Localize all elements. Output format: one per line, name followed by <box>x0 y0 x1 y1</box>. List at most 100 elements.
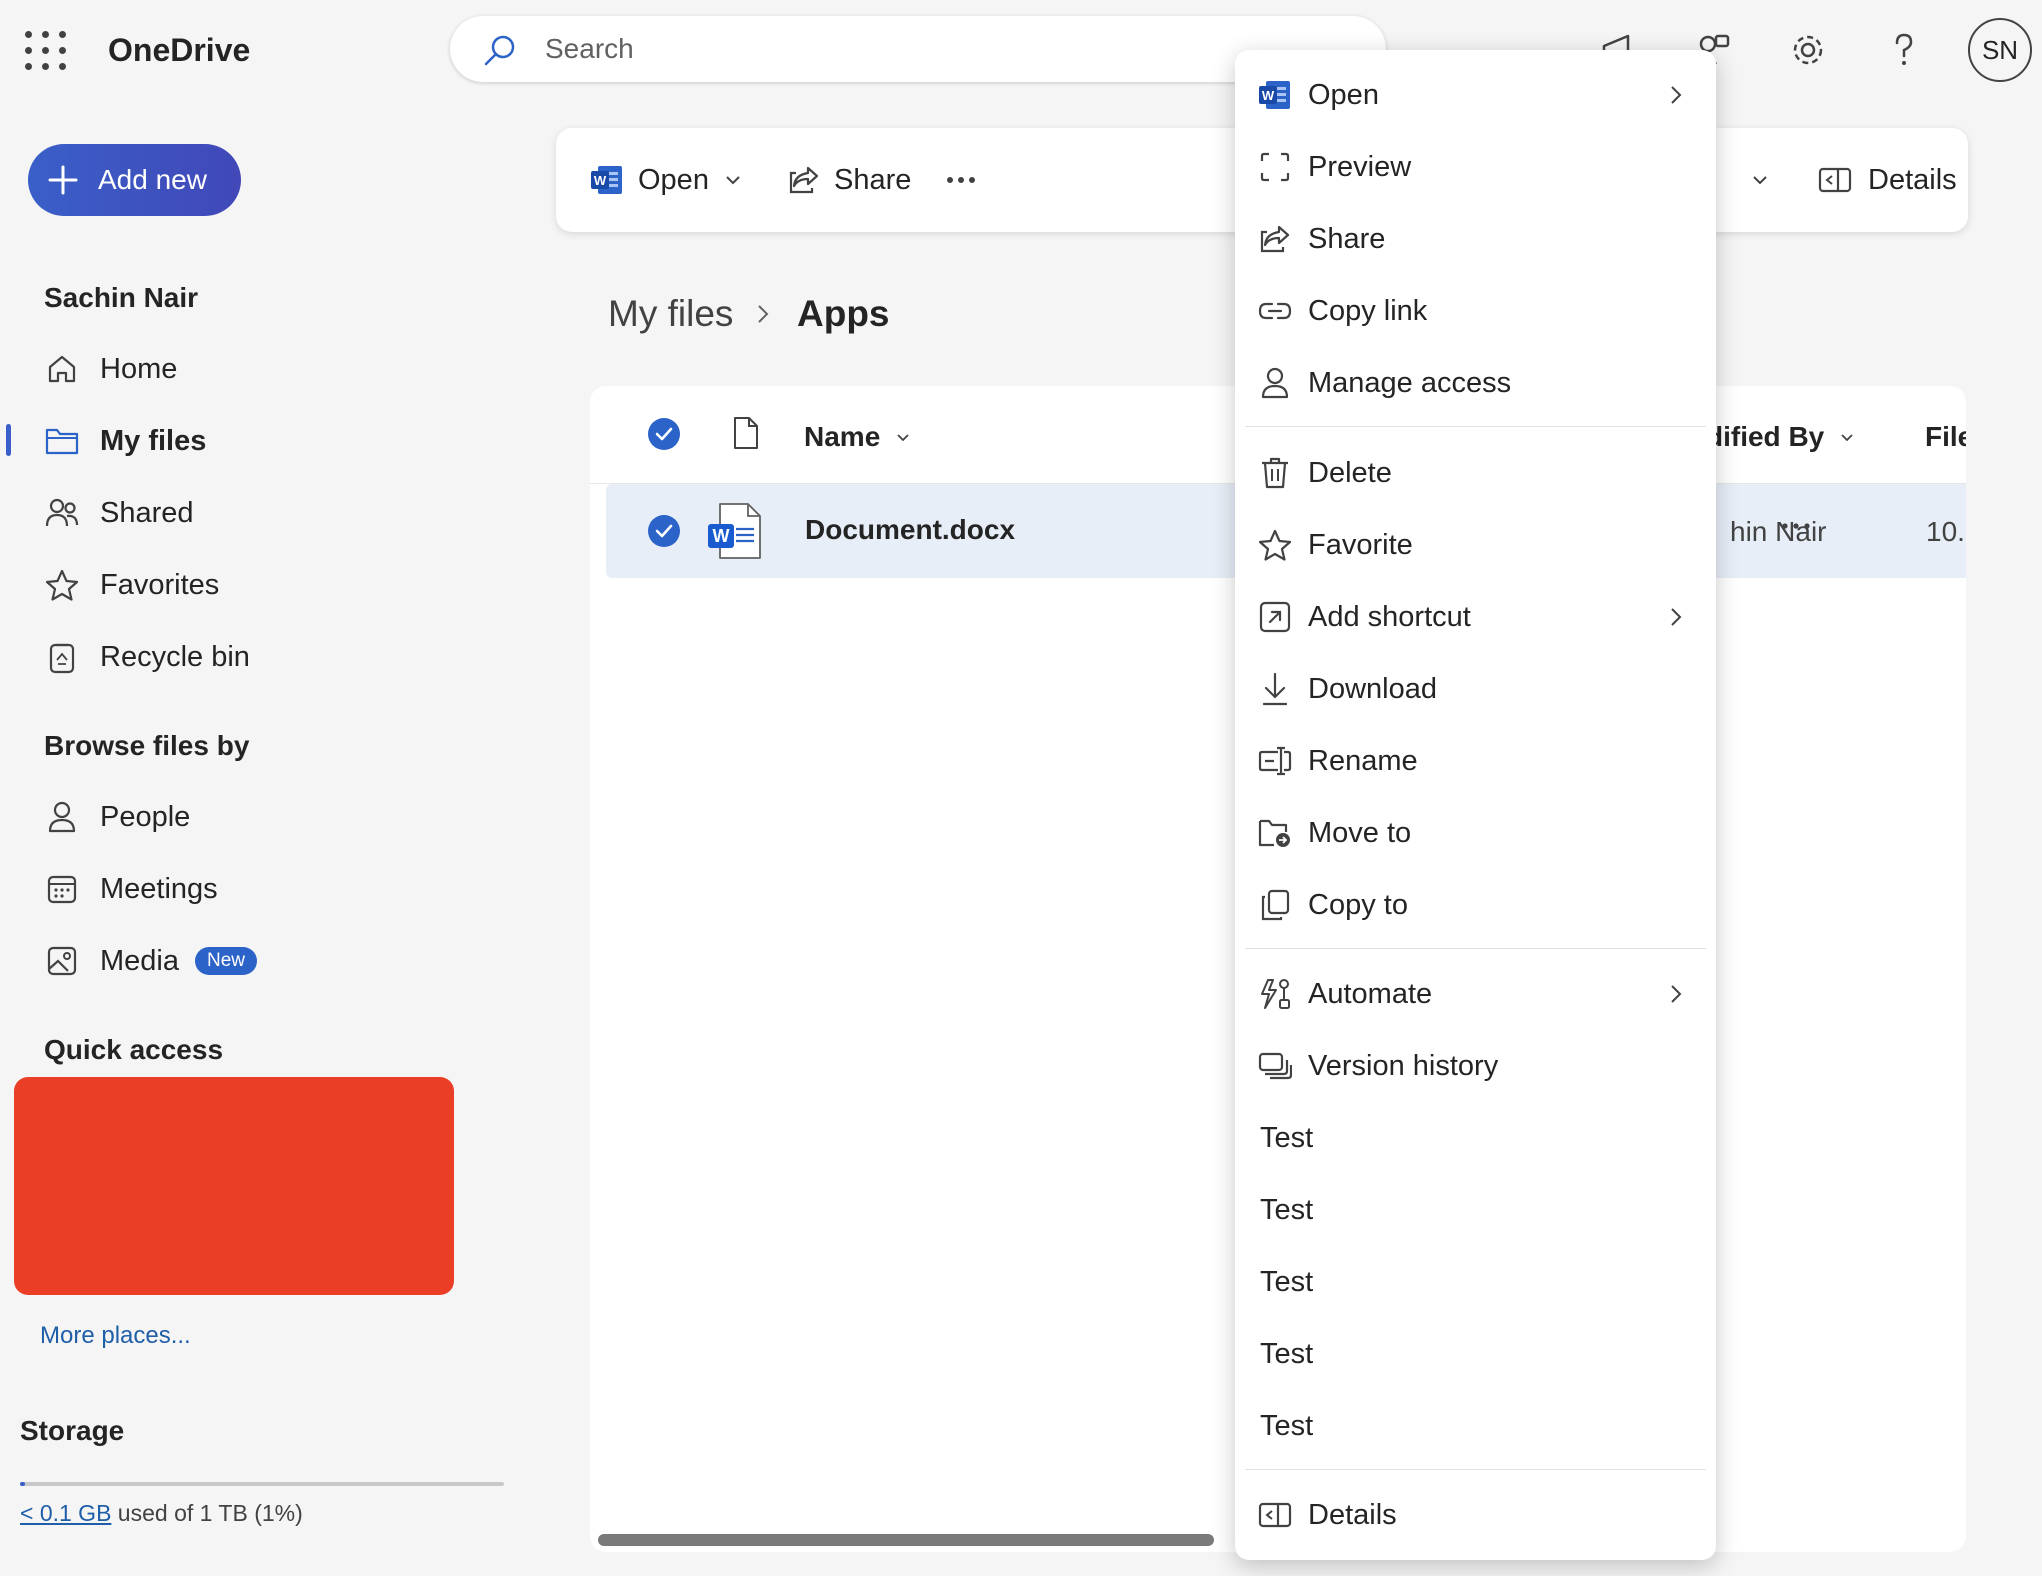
sidebar-item-label: Home <box>100 352 178 385</box>
menu-item-version-history[interactable]: Version history <box>1235 1033 1716 1099</box>
menu-item-test-5[interactable]: Test <box>1235 1393 1716 1459</box>
svg-text:W: W <box>713 526 730 546</box>
menu-item-test-1[interactable]: Test <box>1235 1105 1716 1171</box>
row-checkbox[interactable] <box>647 514 681 548</box>
more-places-link[interactable]: More places... <box>40 1322 191 1350</box>
new-badge: New <box>195 947 258 975</box>
sidebar-item-meetings[interactable]: Meetings <box>44 861 444 917</box>
menu-divider <box>1245 948 1706 949</box>
menu-item-add-shortcut[interactable]: Add shortcut <box>1235 584 1716 650</box>
menu-item-copy-link[interactable]: Copy link <box>1235 278 1716 344</box>
file-name[interactable]: Document.docx <box>805 514 1015 546</box>
add-new-button[interactable]: Add new <box>28 144 241 216</box>
menu-item-label: Version history <box>1308 1049 1499 1082</box>
sidebar-item-my-files[interactable]: My files <box>44 413 444 469</box>
chevron-right-icon <box>756 300 770 328</box>
storage-usage: < 0.1 GB used of 1 TB (1%) <box>20 1500 303 1527</box>
menu-item-details[interactable]: Details <box>1235 1482 1716 1548</box>
sidebar-item-favorites[interactable]: Favorites <box>44 557 444 613</box>
word-icon: W <box>1257 77 1293 113</box>
word-document-icon: W <box>706 502 764 560</box>
details-label: Details <box>1868 163 1957 196</box>
app-launcher-icon[interactable] <box>22 28 66 72</box>
menu-item-move-to[interactable]: Move to <box>1235 800 1716 866</box>
menu-divider <box>1245 1469 1706 1470</box>
menu-item-label: Test <box>1260 1337 1314 1370</box>
column-header-file-size[interactable]: File <box>1925 421 1966 453</box>
word-icon: W <box>590 164 624 196</box>
more-options-button[interactable] <box>946 156 976 204</box>
share-icon <box>788 164 820 196</box>
storage-meter <box>20 1482 504 1486</box>
image-icon <box>44 943 80 979</box>
chevron-right-icon <box>1670 84 1682 106</box>
open-button[interactable]: W Open <box>590 156 741 204</box>
menu-item-label: Open <box>1308 78 1379 111</box>
select-all-checkbox[interactable] <box>647 417 681 451</box>
menu-item-manage-access[interactable]: Manage access <box>1235 350 1716 416</box>
sidebar-item-people[interactable]: People <box>44 789 444 845</box>
sidebar-item-shared[interactable]: Shared <box>44 485 444 541</box>
sidebar-item-media[interactable]: Media New <box>44 933 444 989</box>
shortcut-icon <box>1257 599 1293 635</box>
help-icon[interactable] <box>1884 30 1924 70</box>
horizontal-scrollbar[interactable] <box>598 1534 1214 1546</box>
folder-icon <box>44 423 80 459</box>
menu-item-test-3[interactable]: Test <box>1235 1249 1716 1315</box>
share-label: Share <box>834 163 912 196</box>
menu-item-copy-to[interactable]: Copy to <box>1235 872 1716 938</box>
quick-access-heading: Quick access <box>44 1034 224 1065</box>
file-type-icon[interactable] <box>732 416 760 450</box>
avatar[interactable]: SN <box>1968 18 2032 82</box>
menu-item-label: Test <box>1260 1121 1314 1154</box>
column-header-modified-by[interactable]: dified By <box>1706 421 1854 453</box>
menu-item-automate[interactable]: Automate <box>1235 961 1716 1027</box>
menu-item-label: Copy link <box>1308 294 1428 327</box>
menu-item-rename[interactable]: Rename <box>1235 728 1716 794</box>
link-icon <box>1257 293 1293 329</box>
file-size: 10. <box>1926 516 1965 547</box>
menu-item-share[interactable]: Share <box>1235 206 1716 272</box>
chevron-down-icon <box>725 175 741 185</box>
menu-item-favorite[interactable]: Favorite <box>1235 512 1716 578</box>
menu-item-label: Manage access <box>1308 366 1512 399</box>
menu-divider <box>1245 426 1706 427</box>
context-menu: W Open Preview Share Copy link Manage ac… <box>1235 50 1716 1560</box>
add-new-label: Add new <box>98 164 207 195</box>
chevron-down-icon <box>896 433 910 442</box>
file-modified-by: hin Nair <box>1730 516 1827 547</box>
view-options-button[interactable] <box>1716 156 1768 204</box>
search-input[interactable] <box>545 28 1245 70</box>
quick-access-list <box>14 1077 454 1295</box>
more-icon <box>946 176 976 184</box>
menu-item-label: Delete <box>1308 456 1392 489</box>
menu-item-label: Test <box>1260 1193 1314 1226</box>
sidebar-item-home[interactable]: Home <box>44 341 444 397</box>
share-button[interactable]: Share <box>788 156 911 204</box>
automate-icon <box>1257 976 1293 1012</box>
breadcrumb-my-files[interactable]: My files <box>608 293 733 335</box>
menu-item-test-4[interactable]: Test <box>1235 1321 1716 1387</box>
menu-item-download[interactable]: Download <box>1235 656 1716 722</box>
menu-item-open[interactable]: W Open <box>1235 62 1716 128</box>
menu-item-label: Preview <box>1308 150 1412 183</box>
storage-used-link[interactable]: < 0.1 GB <box>20 1500 111 1526</box>
sidebar-item-recycle-bin[interactable]: Recycle bin <box>44 629 444 685</box>
sidebar-item-label: Recycle bin <box>100 640 250 673</box>
menu-item-label: Add shortcut <box>1308 600 1471 633</box>
menu-item-preview[interactable]: Preview <box>1235 134 1716 200</box>
chevron-down-icon <box>1840 433 1854 442</box>
menu-item-label: Copy to <box>1308 888 1408 921</box>
chevron-right-icon <box>1670 606 1682 628</box>
details-button[interactable]: Details <box>1818 156 1957 204</box>
menu-item-label: Details <box>1308 1498 1397 1531</box>
storage-used-text: used of 1 TB (1%) <box>111 1500 303 1526</box>
menu-item-test-2[interactable]: Test <box>1235 1177 1716 1243</box>
menu-item-delete[interactable]: Delete <box>1235 440 1716 506</box>
column-header-name[interactable]: Name <box>804 421 910 453</box>
sidebar-item-label: Meetings <box>100 872 218 905</box>
sidebar-item-label: Shared <box>100 496 194 529</box>
gear-icon[interactable] <box>1788 30 1828 70</box>
menu-item-label: Move to <box>1308 816 1412 849</box>
star-icon <box>44 567 80 603</box>
